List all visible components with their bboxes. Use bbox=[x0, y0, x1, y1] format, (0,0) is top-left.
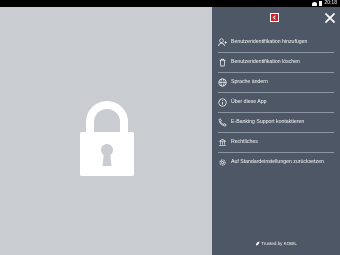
battery-icon bbox=[319, 1, 323, 6]
menu-item-about[interactable]: Über diese App bbox=[212, 92, 340, 112]
status-icons: 20:18 bbox=[312, 0, 337, 7]
phone-icon bbox=[218, 117, 227, 127]
menu-item-label: Sprache ändern bbox=[231, 79, 268, 85]
info-icon bbox=[218, 97, 227, 107]
menu-item-support[interactable]: E-Banking Support kontaktieren bbox=[212, 112, 340, 132]
side-menu-drawer: Benutzeridentifikation hinzufügen Benutz… bbox=[212, 7, 340, 255]
menu-item-label: E-Banking Support kontaktieren bbox=[231, 119, 305, 125]
menu-item-label: Über diese App bbox=[231, 99, 267, 105]
add-user-icon bbox=[218, 37, 227, 47]
menu-item-legal[interactable]: Rechtliches bbox=[212, 132, 340, 152]
menu-item-delete-user[interactable]: Benutzeridentifikation löschen bbox=[212, 52, 340, 72]
menu-item-label: Rechtliches bbox=[231, 139, 258, 145]
menu-list: Benutzeridentifikation hinzufügen Benutz… bbox=[212, 32, 340, 172]
app-logo bbox=[270, 13, 279, 22]
lock-screen-area bbox=[0, 7, 212, 255]
trash-icon bbox=[218, 58, 227, 67]
wifi-icon bbox=[312, 1, 318, 6]
back-chevron-icon bbox=[272, 15, 276, 20]
menu-item-label: Auf Standardeinstellungen zurücksetzen bbox=[231, 159, 324, 165]
menu-item-label: Benutzeridentifikation löschen bbox=[231, 59, 300, 65]
close-icon bbox=[325, 13, 335, 23]
settings-icon bbox=[218, 158, 227, 167]
status-bar: 20:18 bbox=[0, 0, 340, 7]
padlock-icon bbox=[80, 101, 134, 176]
footer: Trusted by KOBIL bbox=[212, 241, 340, 246]
footer-text: Trusted by KOBIL bbox=[261, 241, 297, 246]
globe-icon bbox=[218, 77, 227, 87]
legal-icon bbox=[218, 138, 227, 147]
menu-item-add-user[interactable]: Benutzeridentifikation hinzufügen bbox=[212, 32, 340, 52]
close-button[interactable] bbox=[324, 11, 336, 23]
menu-item-language[interactable]: Sprache ändern bbox=[212, 72, 340, 92]
menu-item-reset[interactable]: Auf Standardeinstellungen zurücksetzen bbox=[212, 152, 340, 172]
menu-item-label: Benutzeridentifikation hinzufügen bbox=[231, 39, 308, 45]
status-time: 20:18 bbox=[324, 0, 337, 6]
leaf-icon bbox=[256, 241, 260, 246]
